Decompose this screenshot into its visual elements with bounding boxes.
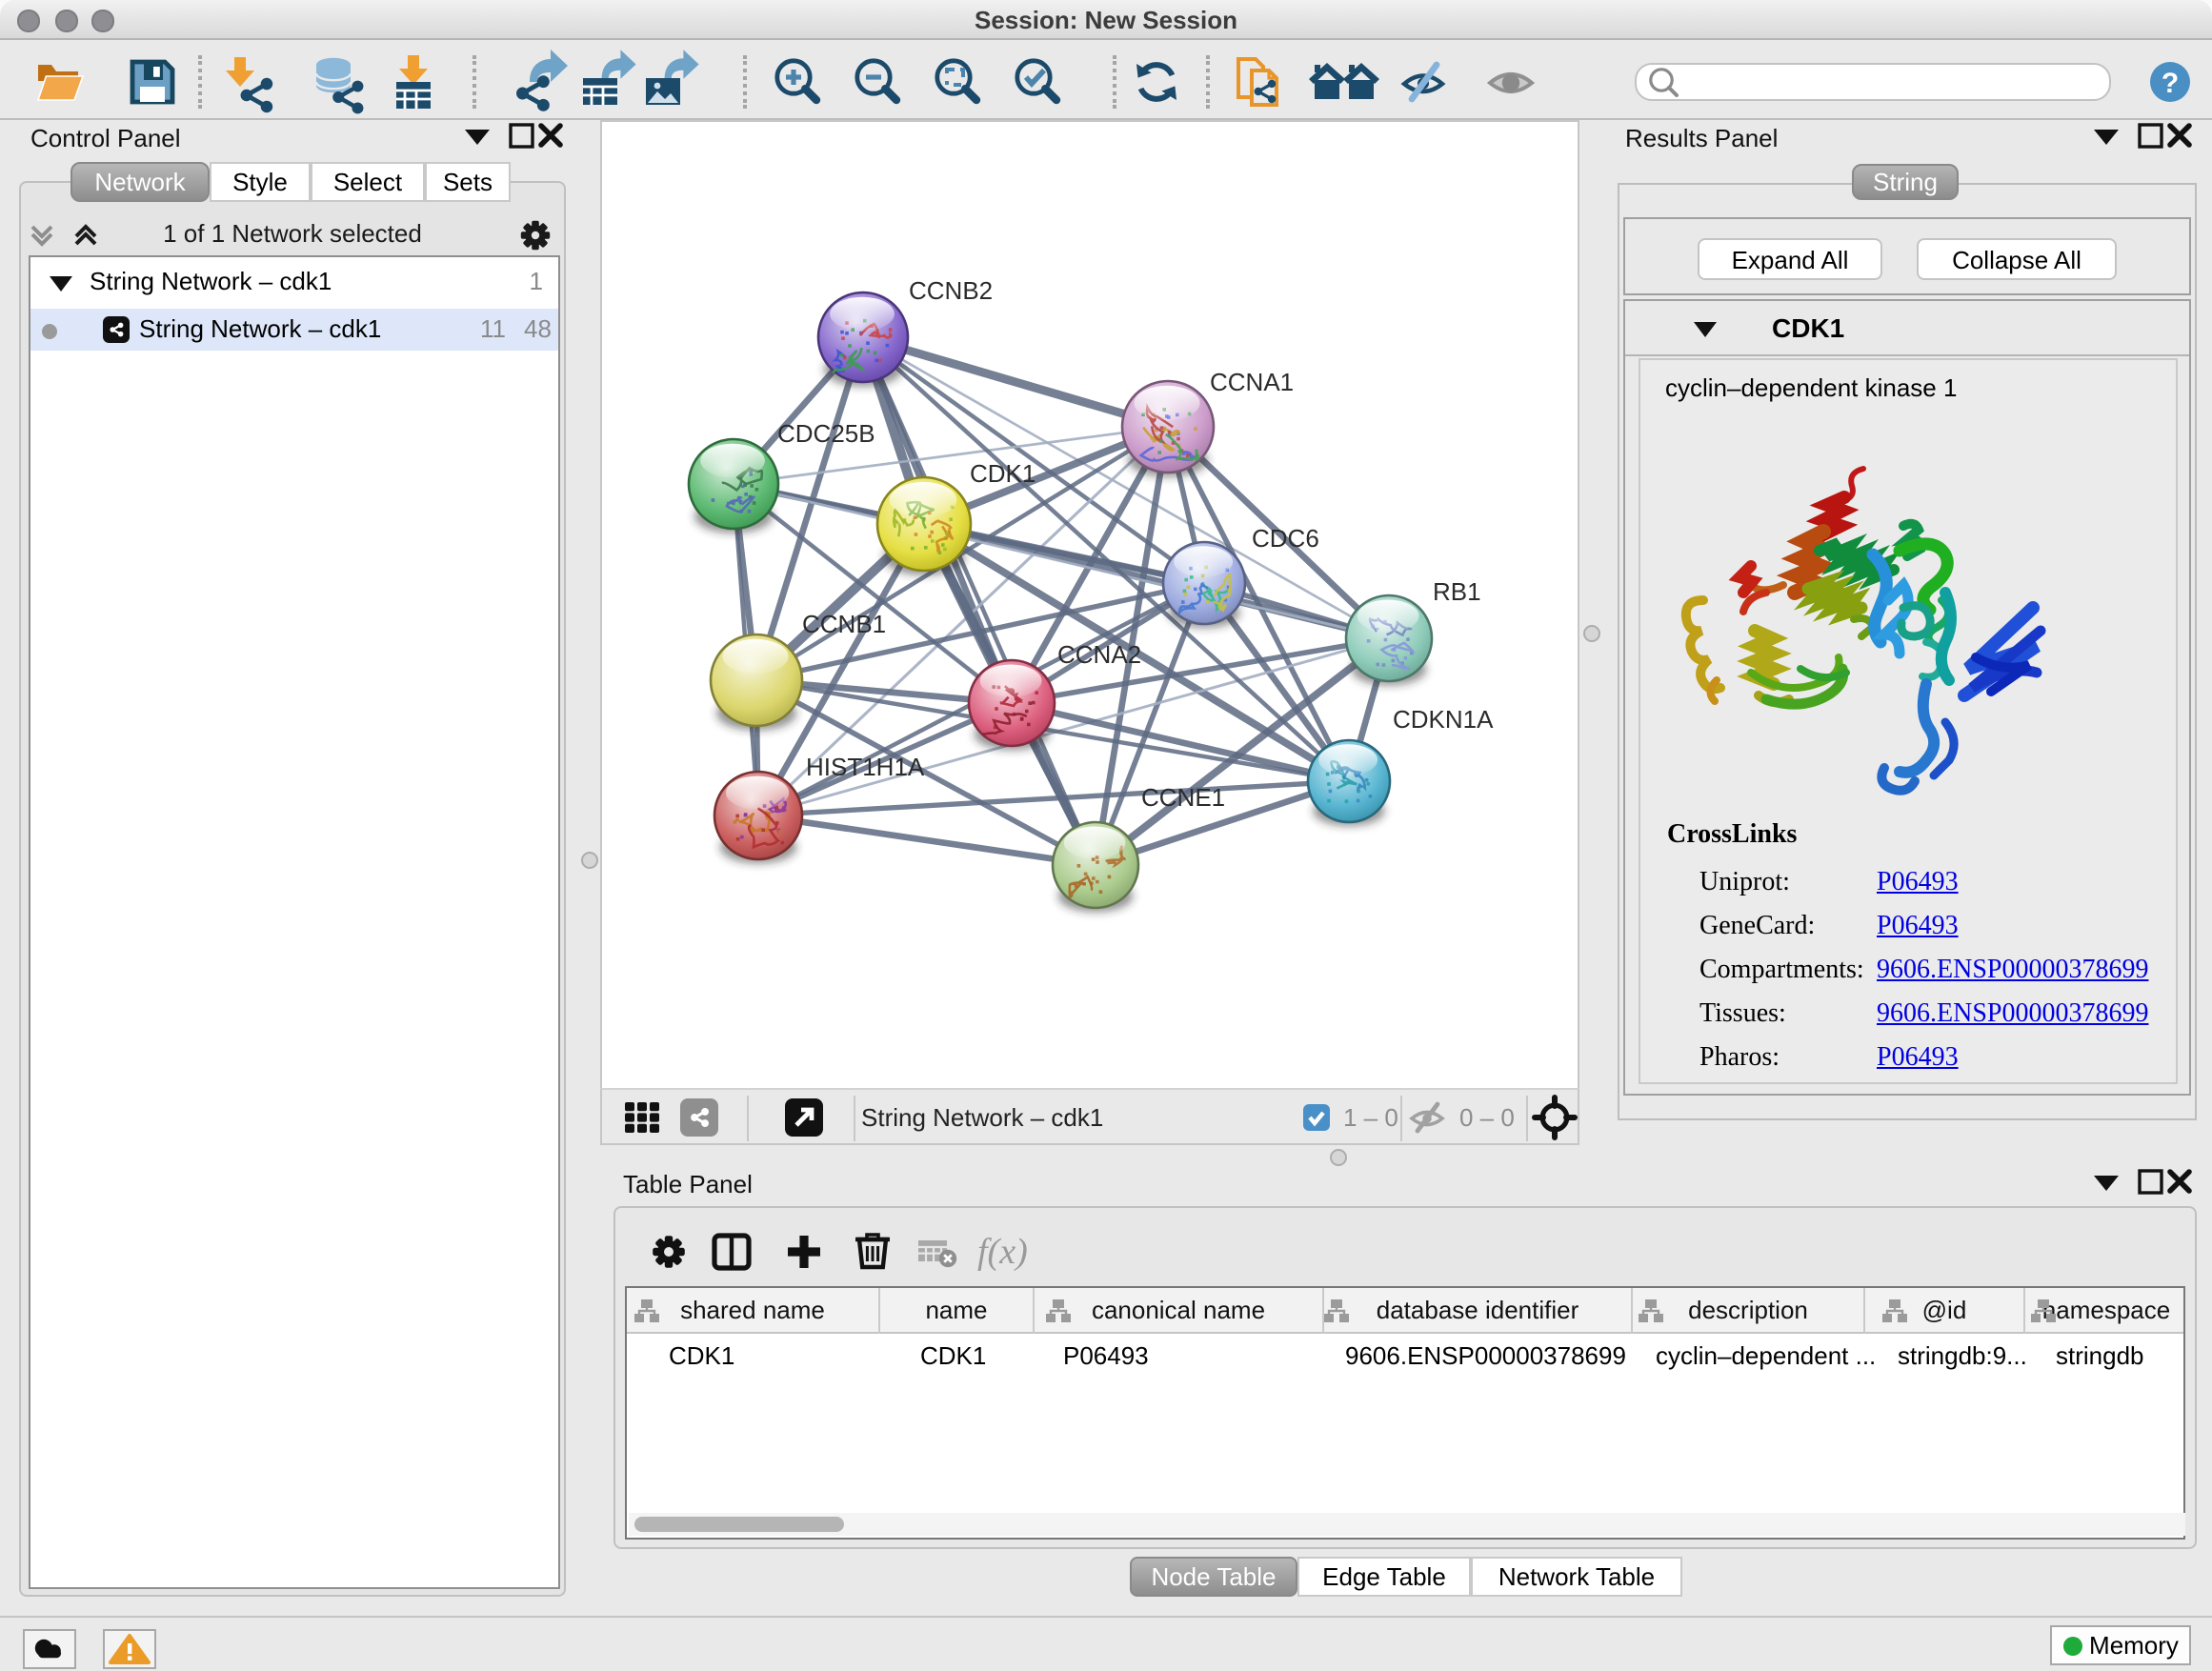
- svg-text:CCNB1: CCNB1: [802, 610, 886, 638]
- svg-text:CCNA2: CCNA2: [1057, 640, 1141, 669]
- svg-text:CCNE1: CCNE1: [1141, 783, 1225, 812]
- svg-text:0 – 0: 0 – 0: [1459, 1103, 1515, 1132]
- svg-text:CDC25B: CDC25B: [777, 419, 875, 448]
- svg-text:f(x): f(x): [977, 1232, 1028, 1272]
- svg-text:RB1: RB1: [1433, 577, 1481, 606]
- svg-text:HIST1H1A: HIST1H1A: [806, 753, 925, 781]
- svg-text:CCNA1: CCNA1: [1210, 368, 1294, 396]
- svg-text:1 – 0: 1 – 0: [1343, 1103, 1398, 1132]
- svg-text:?: ?: [2162, 68, 2179, 99]
- svg-text:CDK1: CDK1: [970, 459, 1036, 488]
- svg-text:CDKN1A: CDKN1A: [1393, 705, 1494, 734]
- svg-text:CDC6: CDC6: [1252, 524, 1319, 553]
- svg-text:CCNB2: CCNB2: [909, 276, 993, 305]
